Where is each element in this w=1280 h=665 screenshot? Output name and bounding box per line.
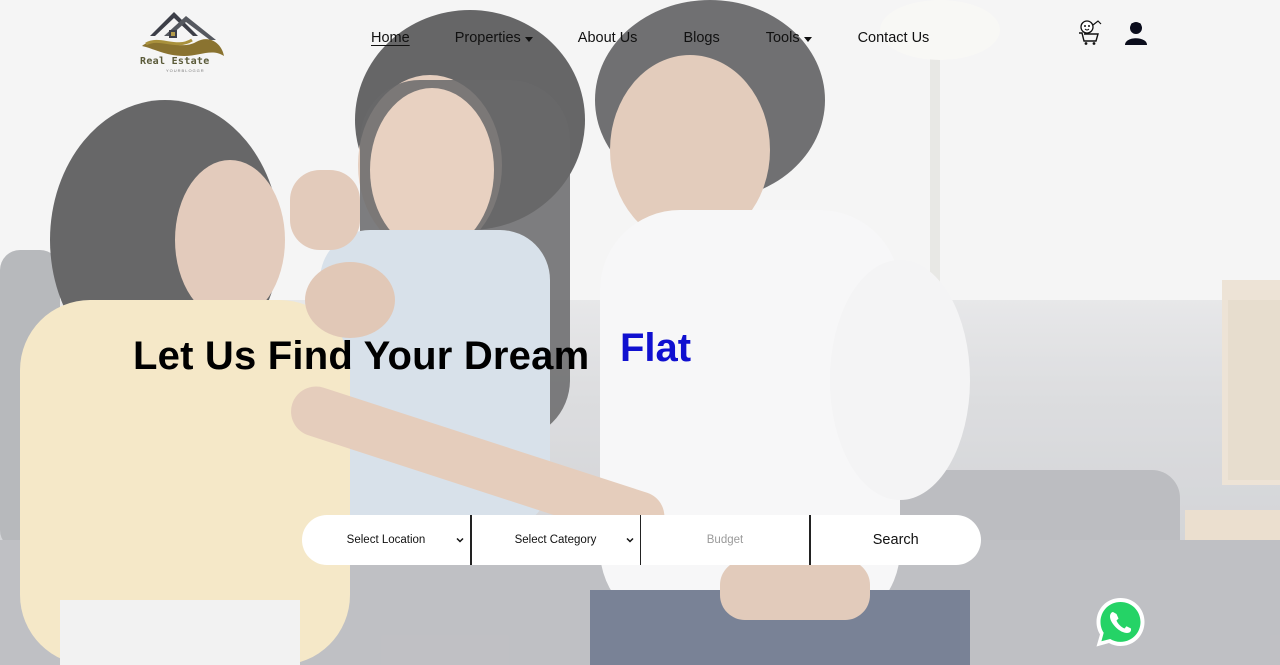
nav-tools[interactable]: Tools <box>766 30 812 46</box>
hero-headline: Let Us Find Your Dream <box>133 334 590 378</box>
nav-home-label: Home <box>371 30 410 46</box>
budget-placeholder: Budget <box>706 534 744 546</box>
logo-subtext: YOURBLOGGR <box>166 68 205 73</box>
cart-icon <box>1079 20 1102 45</box>
nav-about-us[interactable]: About Us <box>578 30 638 46</box>
main-nav: Home Properties About Us Blogs Tools Con… <box>371 28 929 48</box>
nav-properties[interactable]: Properties <box>455 30 533 46</box>
search-button-label: Search <box>872 532 919 548</box>
cart-button[interactable] <box>1076 18 1104 46</box>
hero-headline-accent: Flat <box>620 326 692 370</box>
logo-text: Real Estate <box>140 56 210 67</box>
house-logo-icon <box>142 12 224 56</box>
property-search-bar: Select Location Select Category Budget S… <box>302 515 981 565</box>
location-select[interactable]: Select Location <box>302 515 470 565</box>
nav-blogs[interactable]: Blogs <box>683 30 719 46</box>
category-select[interactable]: Select Category <box>472 515 640 565</box>
whatsapp-icon <box>1096 598 1145 647</box>
nav-tools-label: Tools <box>765 30 800 46</box>
chevron-down-icon <box>625 537 634 543</box>
user-icon <box>1125 22 1147 45</box>
brand-logo[interactable]: Real Estate YOURBLOGGR <box>138 6 230 74</box>
budget-input[interactable]: Budget <box>641 515 809 565</box>
nav-home[interactable]: Home <box>371 30 410 46</box>
chevron-down-icon <box>456 537 464 543</box>
category-select-value: Select Category <box>514 534 597 546</box>
whatsapp-button[interactable] <box>1093 595 1148 650</box>
nav-contact-label: Contact Us <box>857 30 930 46</box>
user-account-button[interactable] <box>1123 20 1149 46</box>
search-button[interactable]: Search <box>811 515 982 565</box>
nav-blogs-label: Blogs <box>683 30 720 46</box>
location-select-value: Select Location <box>346 534 426 546</box>
nav-about-label: About Us <box>577 30 638 46</box>
nav-contact-us[interactable]: Contact Us <box>858 30 930 46</box>
caret-down-icon <box>803 36 812 42</box>
caret-down-icon <box>524 36 533 42</box>
nav-properties-label: Properties <box>454 30 521 46</box>
